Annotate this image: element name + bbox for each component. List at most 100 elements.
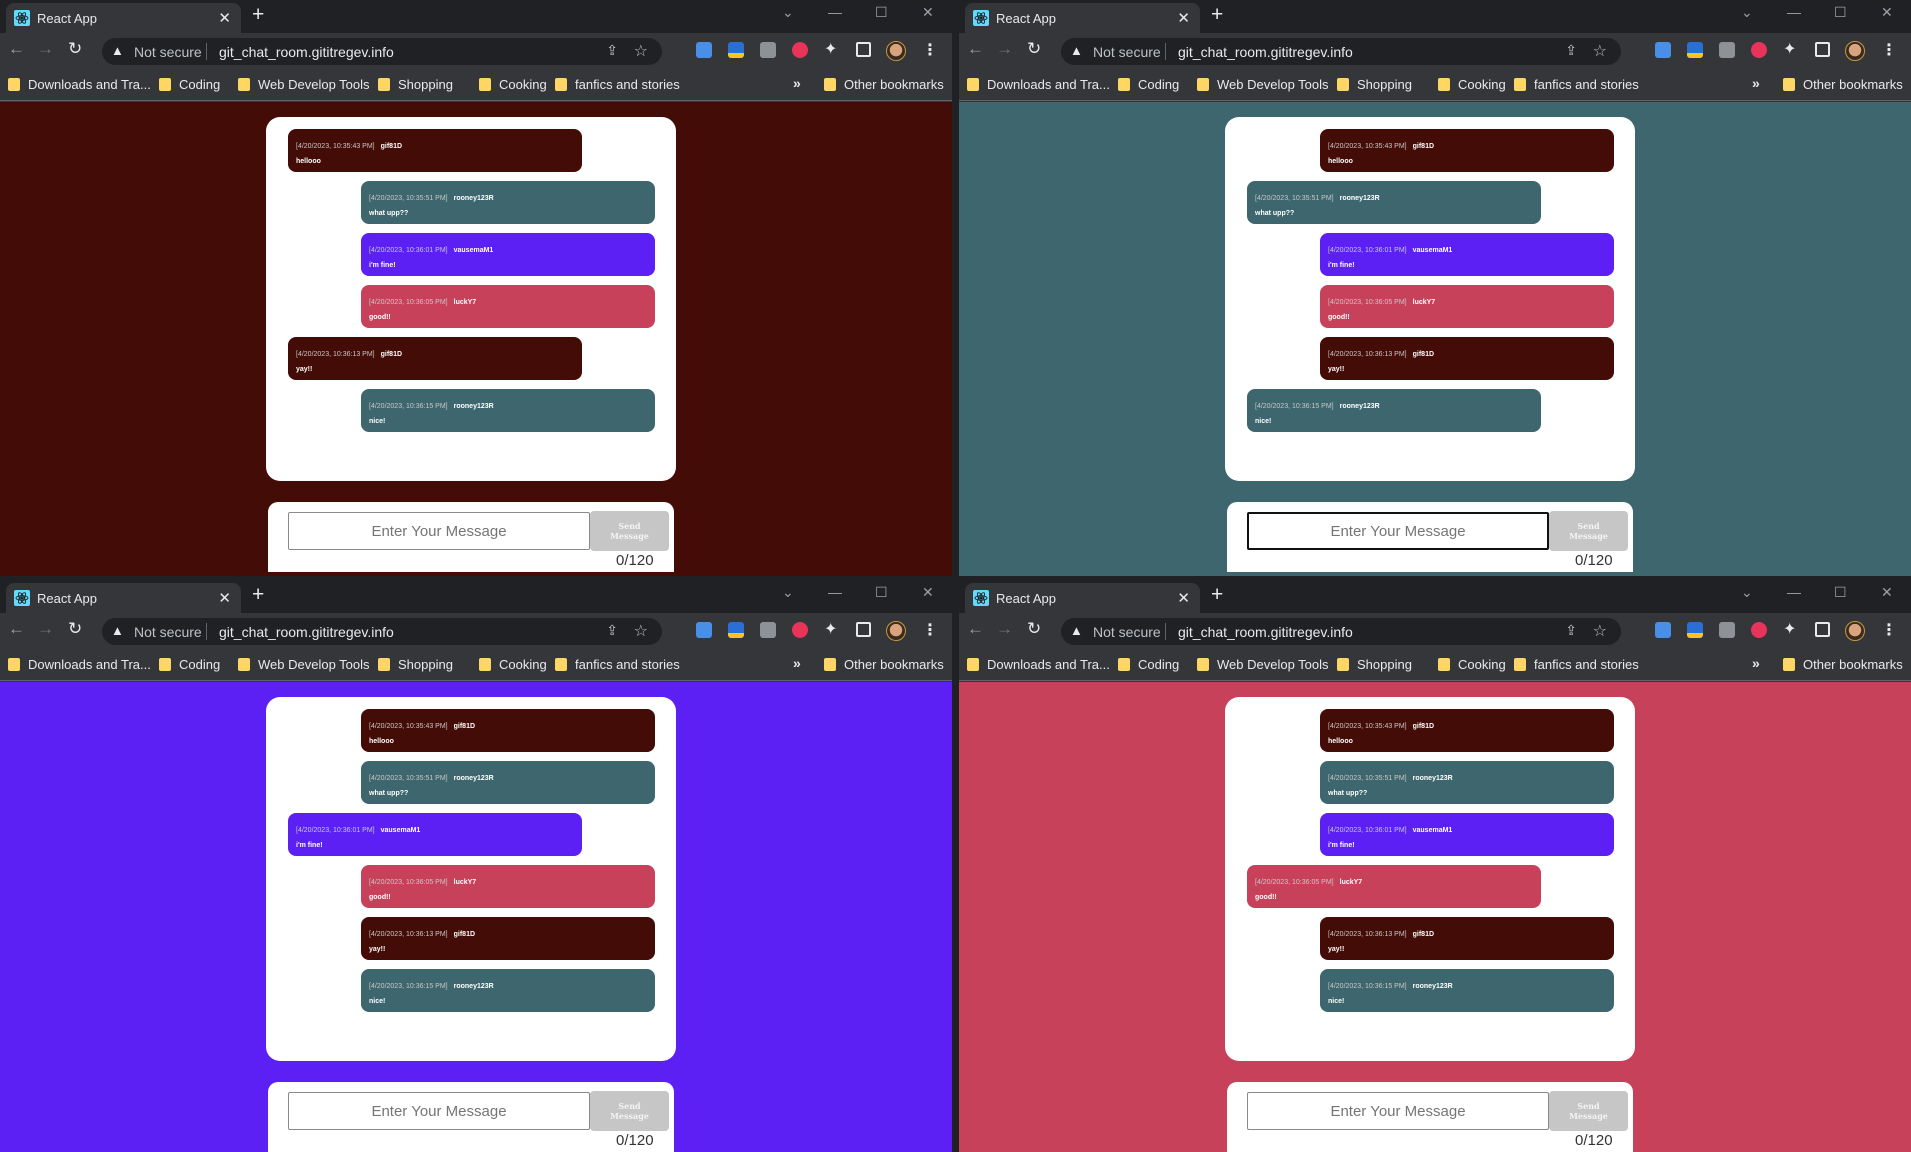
url-text[interactable]: git_chat_room.gititregev.info bbox=[1178, 44, 1353, 60]
extension-clipboard-icon[interactable] bbox=[1719, 42, 1735, 58]
reload-icon[interactable]: ↻ bbox=[68, 619, 82, 639]
bookmark-folder-4[interactable]: Cooking bbox=[479, 657, 547, 672]
send-message-button[interactable]: Send Message bbox=[590, 511, 669, 551]
bookmark-folder-0[interactable]: Downloads and Tra... bbox=[8, 657, 151, 672]
warning-triangle-icon[interactable]: ▲ bbox=[1070, 43, 1083, 58]
chat-messages-panel[interactable]: [4/20/2023, 10:35:43 PM] gif81D hellooo [4/… bbox=[266, 697, 676, 1061]
extension-screenshot-icon[interactable] bbox=[696, 42, 712, 58]
bookmark-folder-4[interactable]: Cooking bbox=[479, 77, 547, 92]
window-close-icon[interactable]: ✕ bbox=[922, 584, 934, 601]
share-icon[interactable]: ⇪ bbox=[1565, 622, 1577, 639]
extension-screenshot-icon[interactable] bbox=[696, 622, 712, 638]
new-tab-icon[interactable]: + bbox=[1211, 583, 1223, 607]
window-close-icon[interactable]: ✕ bbox=[922, 4, 934, 21]
bookmarks-overflow-icon[interactable]: » bbox=[793, 655, 801, 671]
new-tab-icon[interactable]: + bbox=[252, 3, 264, 27]
back-arrow-icon[interactable]: ← bbox=[8, 39, 25, 59]
bookmark-folder-1[interactable]: Coding bbox=[159, 77, 220, 92]
address-bar[interactable]: ▲ Not secure git_chat_room.gititregev.in… bbox=[1061, 38, 1621, 65]
extensions-puzzle-icon[interactable]: ✦ bbox=[1783, 39, 1799, 58]
reload-icon[interactable]: ↻ bbox=[68, 39, 82, 59]
address-bar[interactable]: ▲ Not secure git_chat_room.gititregev.in… bbox=[102, 618, 662, 645]
message-input[interactable] bbox=[288, 1092, 590, 1130]
maximize-icon[interactable]: ☐ bbox=[875, 584, 888, 601]
tab-close-icon[interactable]: ✕ bbox=[1177, 9, 1190, 27]
maximize-icon[interactable]: ☐ bbox=[875, 4, 888, 21]
chat-messages-panel[interactable]: [4/20/2023, 10:35:43 PM] gif81D hellooo [4/… bbox=[1225, 697, 1635, 1061]
warning-triangle-icon[interactable]: ▲ bbox=[1070, 623, 1083, 638]
minimize-icon[interactable]: — bbox=[1787, 4, 1801, 20]
maximize-icon[interactable]: ☐ bbox=[1834, 4, 1847, 21]
new-tab-icon[interactable]: + bbox=[252, 583, 264, 607]
profile-avatar[interactable] bbox=[1845, 621, 1865, 641]
extensions-puzzle-icon[interactable]: ✦ bbox=[824, 39, 840, 58]
extension-pink-icon[interactable] bbox=[792, 42, 808, 58]
bookmarks-overflow-icon[interactable]: » bbox=[793, 75, 801, 91]
minimize-icon[interactable]: — bbox=[828, 4, 842, 20]
bookmark-folder-3[interactable]: Shopping bbox=[378, 77, 453, 92]
bookmark-star-icon[interactable]: ☆ bbox=[1593, 621, 1607, 641]
forward-arrow-icon[interactable]: → bbox=[996, 39, 1013, 59]
bookmark-folder-2[interactable]: Web Develop Tools bbox=[238, 77, 370, 92]
reload-icon[interactable]: ↻ bbox=[1027, 39, 1041, 59]
message-input[interactable] bbox=[1247, 512, 1549, 550]
minimize-icon[interactable]: — bbox=[1787, 584, 1801, 600]
forward-arrow-icon[interactable]: → bbox=[996, 619, 1013, 639]
bookmark-star-icon[interactable]: ☆ bbox=[1593, 41, 1607, 61]
minimize-icon[interactable]: — bbox=[828, 584, 842, 600]
warning-triangle-icon[interactable]: ▲ bbox=[111, 43, 124, 58]
not-secure-label[interactable]: Not secure bbox=[134, 624, 202, 640]
share-icon[interactable]: ⇪ bbox=[606, 42, 618, 59]
back-arrow-icon[interactable]: ← bbox=[967, 619, 984, 639]
menu-dots-icon[interactable]: ⋮ bbox=[1881, 620, 1897, 640]
bookmark-folder-3[interactable]: Shopping bbox=[1337, 657, 1412, 672]
extension-download-icon[interactable] bbox=[1687, 622, 1703, 638]
url-text[interactable]: git_chat_room.gititregev.info bbox=[219, 44, 394, 60]
extension-screenshot-icon[interactable] bbox=[1655, 622, 1671, 638]
bookmark-folder-3[interactable]: Shopping bbox=[378, 657, 453, 672]
extension-pink-icon[interactable] bbox=[1751, 42, 1767, 58]
warning-triangle-icon[interactable]: ▲ bbox=[111, 623, 124, 638]
menu-dots-icon[interactable]: ⋮ bbox=[922, 40, 938, 60]
window-close-icon[interactable]: ✕ bbox=[1881, 4, 1893, 21]
address-bar[interactable]: ▲ Not secure git_chat_room.gititregev.in… bbox=[1061, 618, 1621, 645]
bookmark-folder-1[interactable]: Coding bbox=[1118, 657, 1179, 672]
send-message-button[interactable]: Send Message bbox=[1549, 1091, 1628, 1131]
extensions-puzzle-icon[interactable]: ✦ bbox=[1783, 619, 1799, 638]
extension-download-icon[interactable] bbox=[728, 622, 744, 638]
bookmark-folder-1[interactable]: Coding bbox=[1118, 77, 1179, 92]
bookmark-folder-5[interactable]: fanfics and stories bbox=[1514, 77, 1639, 92]
extensions-puzzle-icon[interactable]: ✦ bbox=[824, 619, 840, 638]
address-bar[interactable]: ▲ Not secure git_chat_room.gititregev.in… bbox=[102, 38, 662, 65]
side-panel-icon[interactable] bbox=[1815, 42, 1830, 57]
extension-download-icon[interactable] bbox=[728, 42, 744, 58]
bookmark-folder-4[interactable]: Cooking bbox=[1438, 657, 1506, 672]
extension-download-icon[interactable] bbox=[1687, 42, 1703, 58]
tab-search-chevron-icon[interactable]: ⌄ bbox=[1741, 584, 1753, 601]
window-close-icon[interactable]: ✕ bbox=[1881, 584, 1893, 601]
tab-react-app[interactable]: React App ✕ bbox=[965, 3, 1200, 33]
menu-dots-icon[interactable]: ⋮ bbox=[922, 620, 938, 640]
url-text[interactable]: git_chat_room.gititregev.info bbox=[219, 624, 394, 640]
chat-messages-panel[interactable]: [4/20/2023, 10:35:43 PM] gif81D hellooo [4/… bbox=[266, 117, 676, 481]
extension-pink-icon[interactable] bbox=[792, 622, 808, 638]
other-bookmarks[interactable]: Other bookmarks bbox=[824, 657, 944, 672]
new-tab-icon[interactable]: + bbox=[1211, 3, 1223, 27]
chat-messages-panel[interactable]: [4/20/2023, 10:35:43 PM] gif81D hellooo [4/… bbox=[1225, 117, 1635, 481]
side-panel-icon[interactable] bbox=[1815, 622, 1830, 637]
tab-search-chevron-icon[interactable]: ⌄ bbox=[782, 4, 794, 21]
profile-avatar[interactable] bbox=[886, 621, 906, 641]
extension-clipboard-icon[interactable] bbox=[1719, 622, 1735, 638]
bookmark-folder-0[interactable]: Downloads and Tra... bbox=[967, 77, 1110, 92]
bookmark-folder-2[interactable]: Web Develop Tools bbox=[1197, 77, 1329, 92]
other-bookmarks[interactable]: Other bookmarks bbox=[824, 77, 944, 92]
bookmark-folder-5[interactable]: fanfics and stories bbox=[555, 657, 680, 672]
back-arrow-icon[interactable]: ← bbox=[967, 39, 984, 59]
tab-search-chevron-icon[interactable]: ⌄ bbox=[782, 584, 794, 601]
profile-avatar[interactable] bbox=[886, 41, 906, 61]
tab-close-icon[interactable]: ✕ bbox=[1177, 589, 1190, 607]
bookmark-folder-4[interactable]: Cooking bbox=[1438, 77, 1506, 92]
side-panel-icon[interactable] bbox=[856, 622, 871, 637]
other-bookmarks[interactable]: Other bookmarks bbox=[1783, 77, 1903, 92]
bookmark-star-icon[interactable]: ☆ bbox=[634, 41, 648, 61]
